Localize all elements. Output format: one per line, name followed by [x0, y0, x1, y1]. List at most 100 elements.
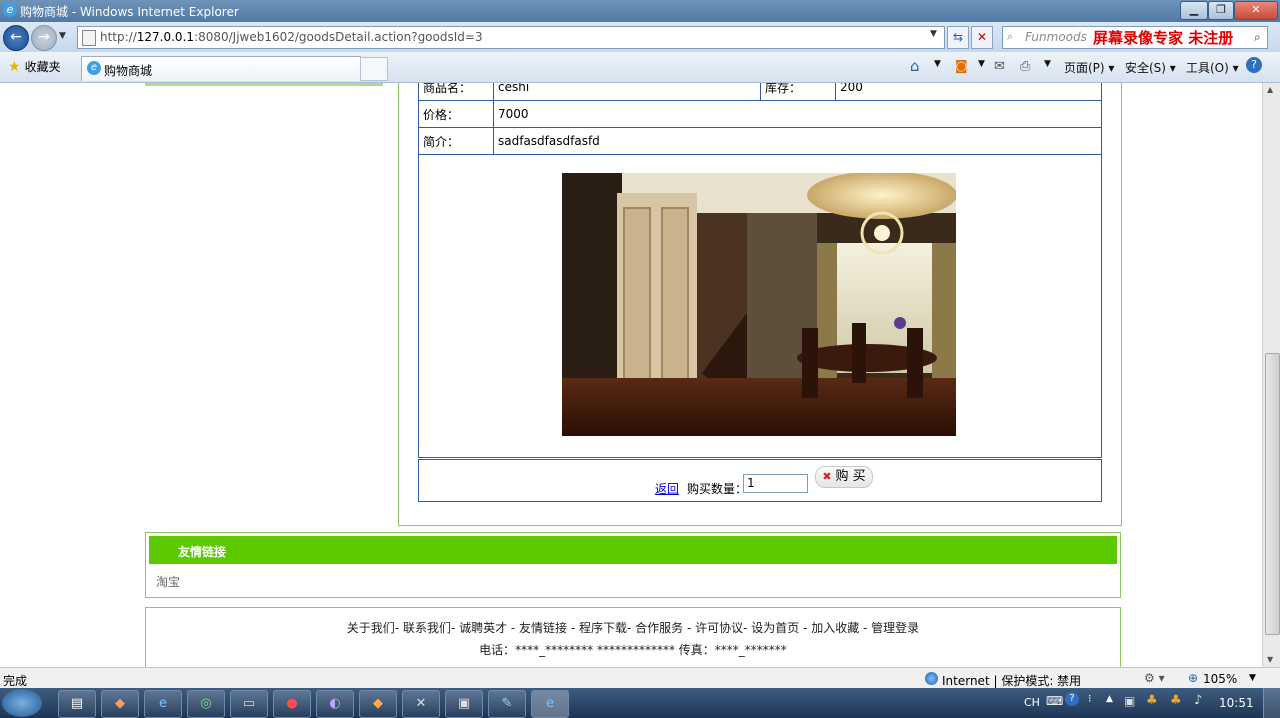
- footer-contact: 电话：****_******** ************* 传真：****_*…: [479, 643, 787, 657]
- taskbar-app-2[interactable]: ◆: [101, 690, 139, 718]
- window-titlebar: e 购物商城 - Windows Internet Explorer ▁ ❐ ✕: [0, 0, 1280, 22]
- address-dropdown-icon[interactable]: ▼: [930, 29, 937, 39]
- address-input[interactable]: http://127.0.0.1:8080/Jjweb1602/goodsDet…: [77, 26, 945, 49]
- print-dropdown-icon[interactable]: ▼: [1044, 59, 1051, 69]
- vertical-scrollbar[interactable]: ▲ ▼: [1262, 83, 1280, 667]
- maximize-button[interactable]: ❐: [1208, 1, 1234, 20]
- friend-links-box: 友情链接 淘宝: [145, 532, 1121, 598]
- intro-label: 简介：: [418, 127, 494, 155]
- taskbar-app-8[interactable]: ◆: [359, 690, 397, 718]
- quantity-label: 购买数量：: [687, 482, 748, 496]
- help-tray-icon[interactable]: ?: [1065, 692, 1079, 706]
- cart-icon: ✖: [822, 470, 832, 483]
- taskbar-app-ie-pinned[interactable]: e: [144, 690, 182, 718]
- taskbar: ▤ ◆ e ◎ ▭ ● ◐ ◆ ✕ ▣ ✎ e CH ⌨ ? ⁝ ▲ ▣ ♣ ♣…: [0, 688, 1280, 718]
- scroll-thumb[interactable]: [1265, 353, 1280, 635]
- home-icon[interactable]: ⌂: [910, 57, 920, 75]
- mail-icon[interactable]: ✉: [994, 59, 1005, 74]
- stop-icon[interactable]: ✕: [971, 26, 993, 49]
- tools-menu[interactable]: 工具(O) ▾: [1186, 59, 1239, 76]
- search-icon[interactable]: ⌕: [1254, 30, 1261, 45]
- tray-app-icon[interactable]: ♣: [1146, 693, 1158, 708]
- taskbar-app-eclipse[interactable]: ◐: [316, 690, 354, 718]
- favorites-button[interactable]: ★ 收藏夹: [8, 58, 61, 75]
- back-button[interactable]: ←: [3, 25, 29, 51]
- window-title: 购物商城 - Windows Internet Explorer: [20, 5, 239, 19]
- stock-value: 200: [835, 83, 1102, 101]
- protected-mode-icon[interactable]: ⚙ ▾: [1144, 671, 1165, 685]
- page-icon: [82, 30, 96, 46]
- help-icon[interactable]: ?: [1246, 57, 1262, 73]
- taskbar-app-explorer[interactable]: ▭: [230, 690, 268, 718]
- rss-icon[interactable]: ◙: [955, 59, 968, 74]
- page-content: 商品名： ceshi 库存： 200 价格： 7000 简介： sadfasdf…: [0, 83, 1262, 667]
- tab-ie-icon: e: [87, 61, 101, 75]
- table-row: 简介： sadfasdfasdfasfd: [418, 127, 1102, 155]
- taskbar-app-10[interactable]: ▣: [445, 690, 483, 718]
- print-icon[interactable]: ⎙: [1020, 59, 1030, 74]
- price-value: 7000: [493, 100, 1102, 128]
- address-url: http://127.0.0.1:8080/Jjweb1602/goodsDet…: [100, 30, 483, 44]
- show-hidden-icons[interactable]: ▲: [1106, 694, 1113, 704]
- volume-icon[interactable]: ♪: [1194, 693, 1202, 708]
- zoom-icon: ⊕: [1188, 671, 1199, 685]
- name-value: ceshi: [493, 83, 761, 101]
- recorder-watermark: 屏幕录像专家 未注册: [1093, 29, 1234, 47]
- scroll-up-icon[interactable]: ▲: [1267, 85, 1273, 94]
- purchase-row: 返回 购买数量： 1 ✖ 购 买: [418, 459, 1102, 502]
- search-input[interactable]: ⌕ Funmoods 屏幕录像专家 未注册: [1002, 26, 1268, 49]
- taskbar-app-notepad[interactable]: ▤: [58, 690, 96, 718]
- stock-label: 库存：: [760, 83, 836, 101]
- left-column-box: [145, 83, 383, 86]
- show-desktop-button[interactable]: [1263, 688, 1280, 718]
- table-row: 商品名： ceshi 库存： 200: [418, 83, 1102, 101]
- tab-current[interactable]: e 购物商城: [81, 56, 361, 81]
- scroll-down-icon[interactable]: ▼: [1267, 655, 1273, 664]
- taskbar-app-9[interactable]: ✕: [402, 690, 440, 718]
- name-label: 商品名：: [418, 83, 494, 101]
- clock[interactable]: 10:51: [1219, 696, 1254, 710]
- taskbar-app-11[interactable]: ✎: [488, 690, 526, 718]
- friend-link-item[interactable]: 淘宝: [156, 573, 180, 590]
- zoom-dropdown-icon[interactable]: ▼: [1249, 673, 1256, 683]
- tray-app-icon-2[interactable]: ♣: [1170, 693, 1182, 708]
- command-toolbar: ★ 收藏夹 e 购物商城 ⌂ ▼ ◙ ▼ ✉ ⎙ ▼ 页面(P) ▾ 安全(S) …: [0, 52, 1280, 83]
- buy-button[interactable]: ✖ 购 买: [815, 466, 873, 488]
- footer-links[interactable]: 关于我们- 联系我们- 诚聘英才 - 友情链接 - 程序下载- 合作服务 - 许…: [146, 619, 1120, 636]
- back-link[interactable]: 返回: [655, 480, 679, 497]
- star-icon: ★: [8, 59, 21, 75]
- security-zone: Internet | 保护模式: 禁用: [942, 674, 1082, 688]
- safety-menu[interactable]: 安全(S) ▾: [1125, 59, 1176, 76]
- new-tab-button[interactable]: [360, 57, 388, 81]
- globe-icon: [925, 672, 938, 685]
- zoom-level[interactable]: 105%: [1203, 672, 1237, 686]
- home-dropdown-icon[interactable]: ▼: [934, 59, 941, 69]
- tray-options-icon[interactable]: ⁝: [1088, 692, 1092, 705]
- taskbar-app-4[interactable]: ◎: [187, 690, 225, 718]
- taskbar-app-6[interactable]: ●: [273, 690, 311, 718]
- minimize-button[interactable]: ▁: [1180, 1, 1208, 20]
- tab-title: 购物商城: [104, 64, 153, 78]
- close-window-button[interactable]: ✕: [1234, 1, 1278, 20]
- rss-dropdown-icon[interactable]: ▼: [978, 59, 985, 69]
- friend-links-header: 友情链接: [149, 536, 1117, 564]
- input-method-indicator[interactable]: CH: [1024, 696, 1040, 709]
- table-row: 价格： 7000: [418, 100, 1102, 128]
- network-icon[interactable]: ▣: [1124, 694, 1135, 708]
- intro-value: sadfasdfasdfasfd: [493, 127, 1102, 155]
- taskbar-app-ie-active[interactable]: e: [531, 690, 569, 718]
- search-provider-icon: ⌕: [1007, 30, 1014, 43]
- status-text: 完成: [3, 674, 28, 688]
- forward-button[interactable]: →: [31, 25, 57, 51]
- recent-pages-dropdown-icon[interactable]: ▼: [59, 31, 66, 41]
- page-footer: 关于我们- 联系我们- 诚聘英才 - 友情链接 - 程序下载- 合作服务 - 许…: [145, 607, 1121, 667]
- product-image: [562, 173, 956, 436]
- address-toolbar: ← → ▼ http://127.0.0.1:8080/Jjweb1602/go…: [0, 22, 1280, 52]
- refresh-icon[interactable]: ⇆: [947, 26, 969, 49]
- search-provider-name: Funmoods: [1025, 30, 1087, 44]
- ie-logo-icon: e: [3, 3, 17, 17]
- page-menu[interactable]: 页面(P) ▾: [1064, 59, 1114, 76]
- keyboard-icon[interactable]: ⌨: [1046, 694, 1063, 708]
- start-button[interactable]: [2, 689, 42, 717]
- quantity-input[interactable]: 1: [743, 474, 808, 493]
